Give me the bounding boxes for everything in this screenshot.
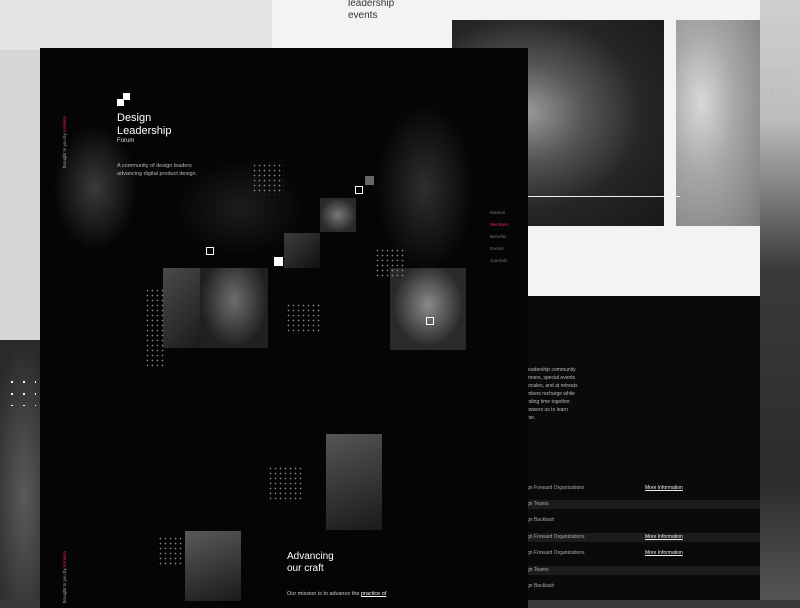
decorative-dot-grid (158, 536, 184, 566)
vertical-credit-bottom: brought to you by InVision (62, 551, 67, 603)
more-information-link[interactable]: More Information (645, 549, 683, 558)
audience-photo (676, 20, 760, 226)
square-block-icon (365, 176, 374, 185)
organization-row-label: Design Backlash (527, 517, 555, 523)
nav-item-events[interactable]: Events (490, 246, 504, 251)
back-section-heading: leadership events (348, 0, 395, 21)
photo-tile-event (326, 434, 382, 530)
organization-list-row: Design Backlash (527, 516, 760, 525)
organization-row-label: Design Teams (527, 501, 549, 507)
organization-row-label: Design Forward Organizations (527, 550, 585, 556)
backdrop-top-left (0, 0, 272, 50)
square-marker-icon (355, 186, 363, 194)
decorative-dot-grid (286, 303, 322, 333)
nav-item-mission[interactable]: Mission (490, 210, 505, 215)
square-marker-icon (426, 317, 434, 325)
organization-list-row: Design Forward Organizations More Informa… (527, 484, 760, 493)
mission-text: Our mission is to advance the (287, 591, 361, 597)
credit-prefix: brought to you by (62, 131, 67, 168)
vertical-credit: brought to you by InVision (62, 116, 67, 168)
nav-item-members[interactable]: Members (490, 222, 509, 227)
backdrop-left (0, 50, 40, 340)
organization-row-label: Design Backlash (527, 583, 555, 589)
decorative-dot-grid (268, 466, 304, 502)
brand-description: A community of design leaders advancing … (117, 163, 198, 177)
more-information-link[interactable]: More Information (645, 533, 683, 542)
decorative-dot-grid (252, 163, 284, 195)
logo-icon-block (117, 99, 124, 106)
photo-tile (163, 268, 200, 348)
nav-item-journals[interactable]: Journals (490, 258, 507, 263)
brand-title: Design Leadership (117, 112, 172, 137)
mission-link[interactable]: practice of (361, 591, 386, 597)
organization-list-row: Design Forward Organizations More Informa… (527, 549, 760, 558)
mission-statement: Our mission is to advance the practice o… (287, 591, 386, 597)
photo-tile-portrait (200, 268, 268, 348)
photo-tile (284, 233, 320, 268)
organization-list-row: Design Forward Organizations More Informa… (527, 533, 760, 542)
nav-item-benefits[interactable]: Benefits (490, 234, 506, 239)
organization-row-label: Design Forward Organizations (527, 534, 585, 540)
decorative-dot-grid (763, 68, 793, 128)
decorative-dot-grid (145, 288, 165, 368)
organization-row-label: Design Teams (527, 567, 549, 573)
brand-subtitle: Forum (117, 138, 135, 144)
logo-icon (123, 93, 130, 100)
front-page-sheet: Design Leadership Forum A community of d… (40, 48, 528, 608)
photo-tile-portrait (390, 268, 466, 350)
photo-tile-event (185, 531, 241, 601)
credit-brand[interactable]: InVision (62, 551, 67, 567)
square-block-icon (274, 257, 283, 266)
square-marker-icon (206, 247, 214, 255)
organization-list-row: Design Teams (527, 566, 760, 575)
organization-list-row: Design Teams (527, 500, 760, 509)
decorative-dot-grid (6, 376, 36, 406)
organization-row-label: Design Forward Organizations (527, 485, 585, 491)
credit-brand[interactable]: InVision (62, 116, 67, 132)
section-heading-advancing: Advancing our craft (287, 551, 334, 574)
more-information-link[interactable]: More Information (645, 484, 683, 493)
events-paragraph: leadership community inners, special eve… (527, 367, 578, 421)
decorative-dot-grid (375, 248, 405, 278)
credit-prefix: brought to you by (62, 566, 67, 603)
organization-list-row: Design Backlash (527, 582, 760, 591)
photo-tile-eyes (320, 198, 356, 232)
